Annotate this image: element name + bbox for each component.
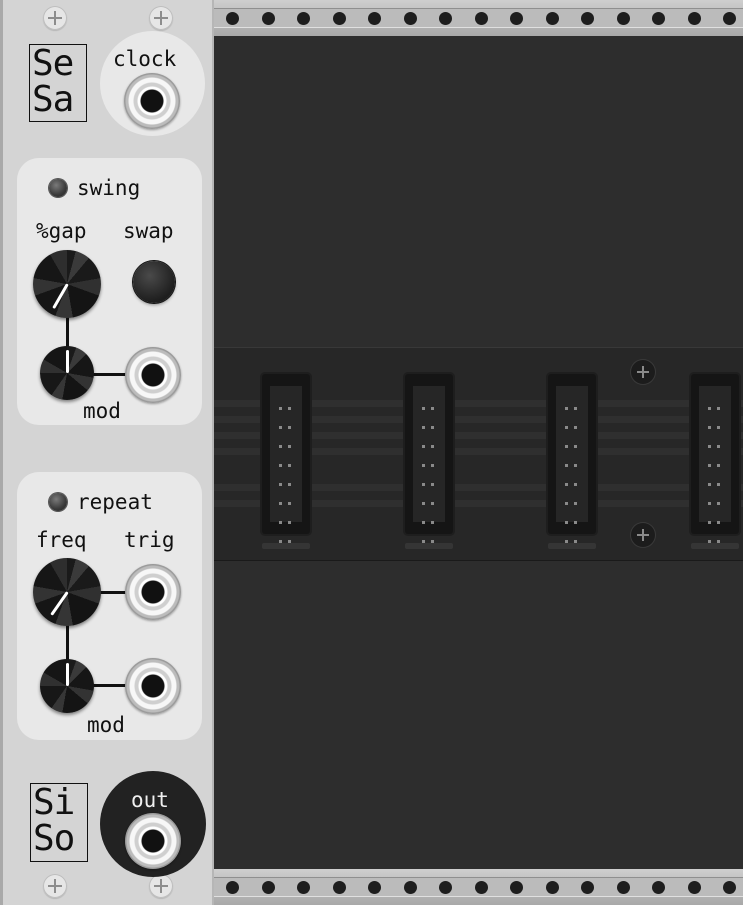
rail-hole <box>439 881 452 894</box>
out-jack[interactable] <box>125 813 181 869</box>
freq-mod-knob[interactable] <box>40 659 94 713</box>
gap-knob[interactable] <box>33 250 101 318</box>
rail-hole <box>723 12 736 25</box>
screw-icon <box>43 6 67 30</box>
repeat-led-icon <box>49 493 67 511</box>
out-label: out <box>131 788 169 812</box>
bus-connector-shadow <box>262 543 310 549</box>
bus-screw-icon <box>631 523 655 547</box>
bus-connector <box>548 374 596 543</box>
swing-title: swing <box>77 176 141 200</box>
rail-hole <box>687 881 701 894</box>
rack-rail-top <box>214 0 743 36</box>
rail-hole <box>261 12 275 25</box>
rail-hole <box>297 881 310 894</box>
gap-knob-label: %gap <box>36 219 87 243</box>
rail-hole <box>510 12 523 25</box>
rail-hole <box>439 12 452 25</box>
rail-hole <box>652 12 665 25</box>
bus-connector <box>405 374 453 543</box>
gap-mod-knob[interactable] <box>40 346 94 400</box>
rail-hole <box>652 881 665 894</box>
rail-hole <box>403 881 417 894</box>
rail-hole <box>510 881 523 894</box>
bus-connector-shadow <box>548 543 596 549</box>
rail-hole <box>545 12 559 25</box>
freq-knob-label: freq <box>36 528 87 552</box>
module-panel[interactable]: Se Sa clock swing %gap swap mod repeat f… <box>0 0 214 905</box>
bus-connector-shadow <box>691 543 739 549</box>
clock-label: clock <box>113 47 177 71</box>
bus-screw-icon <box>631 360 655 384</box>
freq-knob[interactable] <box>33 558 101 626</box>
rail-hole <box>368 881 381 894</box>
trig-jack-label: trig <box>124 528 175 552</box>
rail-hole <box>545 881 559 894</box>
brand-logo-top: Se Sa <box>29 44 87 122</box>
screw-icon <box>43 874 67 898</box>
rail-hole <box>332 881 346 894</box>
brand-logo-bottom: Si So <box>30 783 88 862</box>
repeat-mod-label: mod <box>87 713 125 737</box>
swap-button-label: swap <box>123 219 174 243</box>
rail-hole <box>581 881 594 894</box>
swing-led-icon <box>49 179 67 197</box>
rail-hole <box>616 12 630 25</box>
bus-connector <box>262 374 310 543</box>
rail-hole <box>403 12 417 25</box>
rail-hole <box>226 881 239 894</box>
rack-rail-bottom <box>214 869 743 905</box>
repeat-title: repeat <box>77 490 153 514</box>
rail-hole <box>581 12 594 25</box>
rail-hole <box>226 12 239 25</box>
trig-input-jack[interactable] <box>125 564 181 620</box>
swing-mod-label: mod <box>83 399 121 423</box>
bus-connector-shadow <box>405 543 453 549</box>
swap-button[interactable] <box>133 261 175 303</box>
rail-hole <box>474 12 488 25</box>
rail-hole <box>261 881 275 894</box>
bus-connector <box>691 374 739 543</box>
rail-hole <box>687 12 701 25</box>
gap-mod-input-jack[interactable] <box>125 347 181 403</box>
rail-hole <box>474 881 488 894</box>
screw-icon <box>149 6 173 30</box>
clock-input-jack[interactable] <box>124 73 180 129</box>
rail-hole <box>332 12 346 25</box>
rail-hole <box>368 12 381 25</box>
screw-icon <box>149 874 173 898</box>
rail-hole <box>297 12 310 25</box>
freq-mod-input-jack[interactable] <box>125 658 181 714</box>
rail-hole <box>723 881 736 894</box>
rail-hole <box>616 881 630 894</box>
